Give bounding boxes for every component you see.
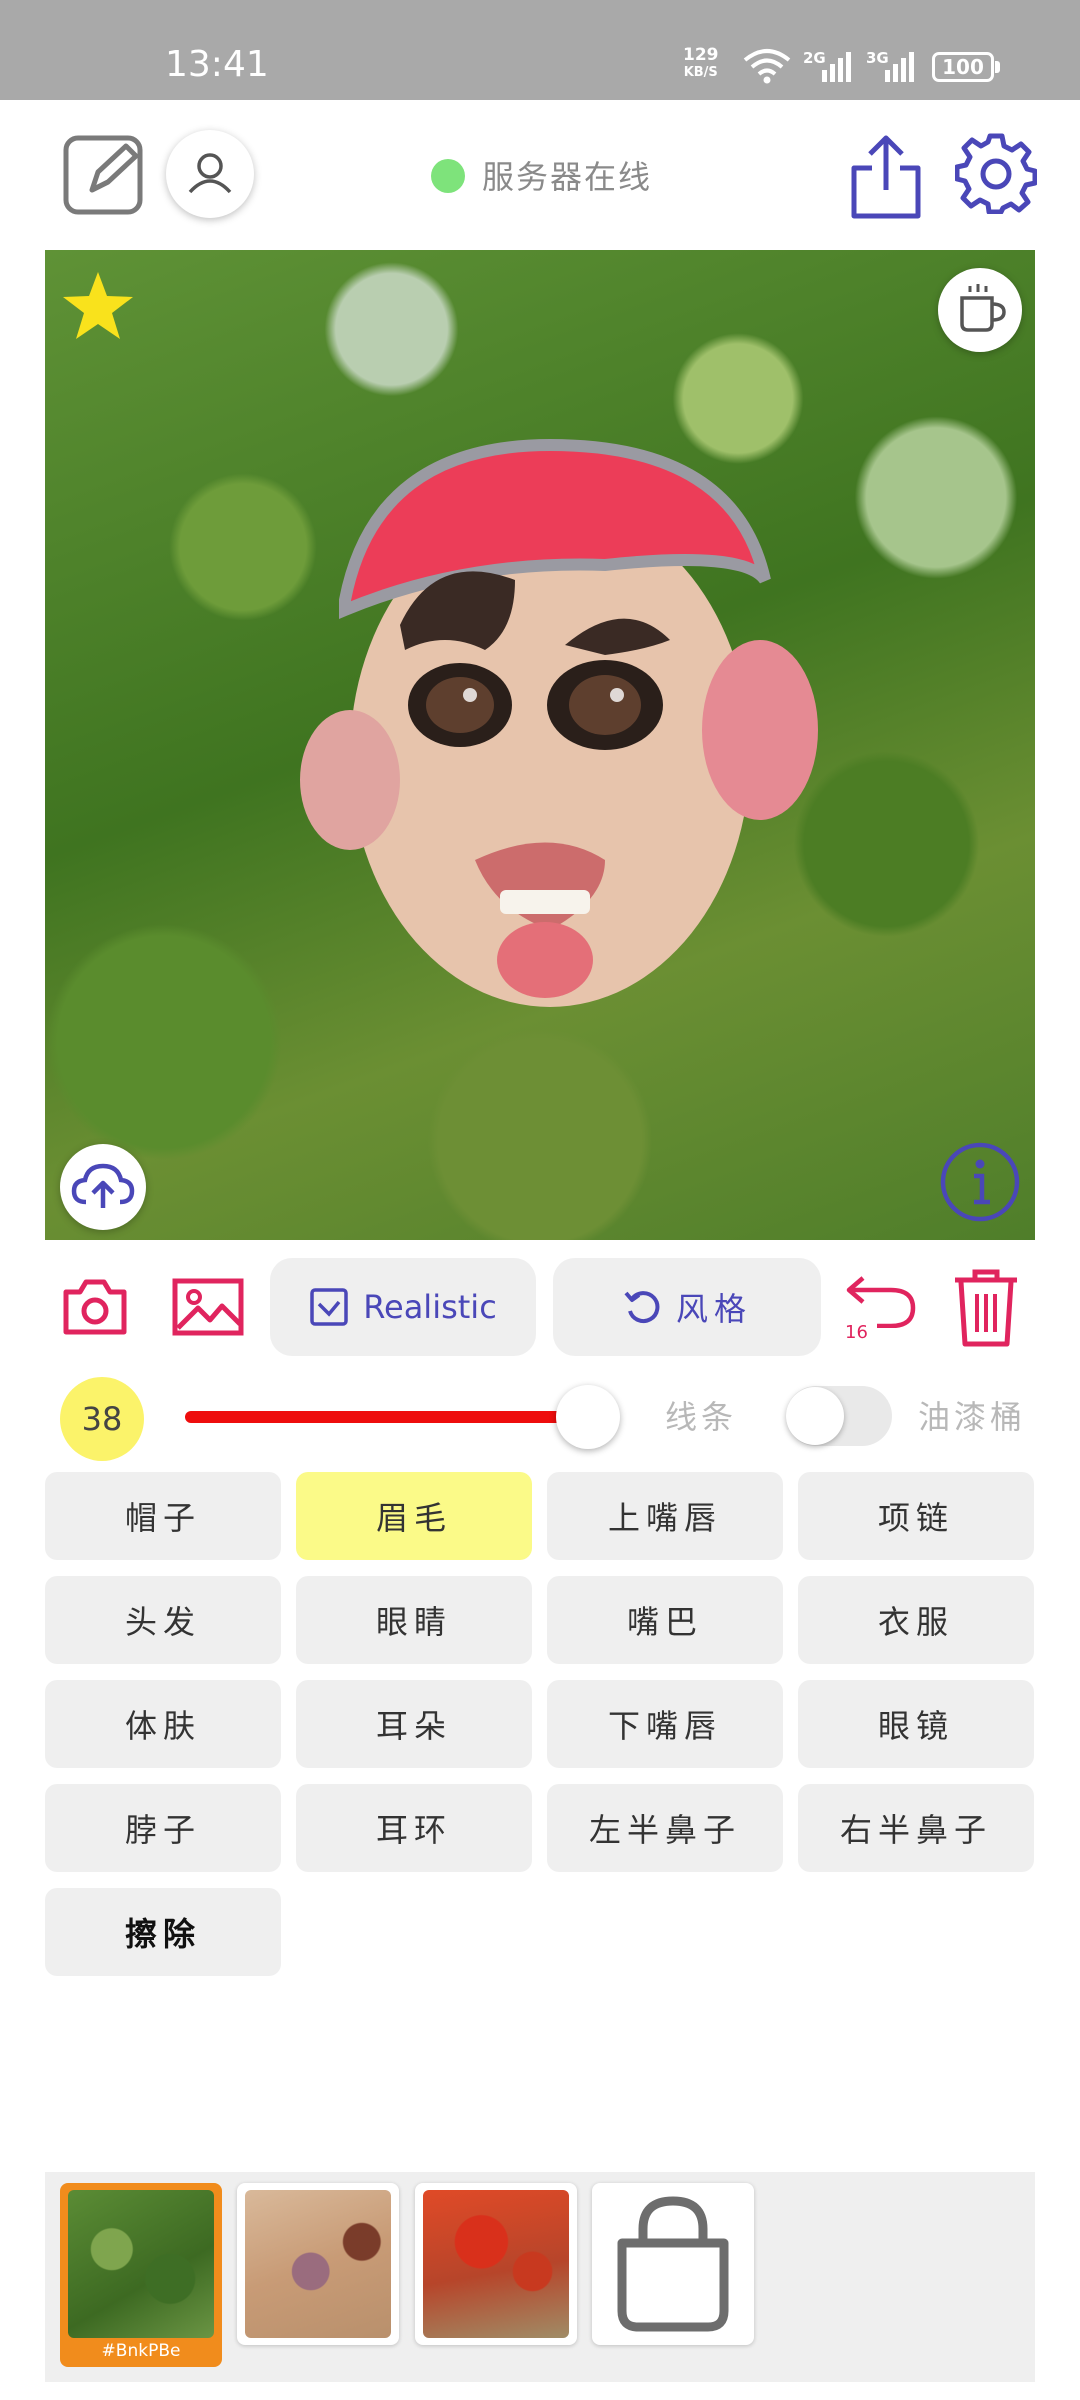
part-button[interactable]: 衣服 bbox=[798, 1576, 1034, 1664]
part-button[interactable]: 擦除 bbox=[45, 1888, 281, 1976]
brush-size-slider-track[interactable] bbox=[185, 1411, 585, 1423]
part-button[interactable]: 体肤 bbox=[45, 1680, 281, 1768]
battery-indicator: 100 bbox=[932, 52, 994, 82]
lock-bag-icon bbox=[617, 2196, 729, 2332]
part-button[interactable]: 下嘴唇 bbox=[547, 1680, 783, 1768]
trash-icon bbox=[955, 1269, 1017, 1347]
part-button[interactable]: 头发 bbox=[45, 1576, 281, 1664]
realistic-label: Realistic bbox=[363, 1288, 497, 1326]
part-button[interactable]: 耳环 bbox=[296, 1784, 532, 1872]
server-status-dot bbox=[431, 159, 465, 193]
star-icon bbox=[63, 272, 133, 339]
info-icon bbox=[940, 1142, 1020, 1222]
generated-face-image bbox=[300, 438, 818, 1007]
refresh-icon bbox=[624, 1291, 660, 1324]
part-button[interactable]: 嘴巴 bbox=[547, 1576, 783, 1664]
network-speed: 129 KB/S bbox=[683, 46, 719, 82]
part-button[interactable]: 左半鼻子 bbox=[547, 1784, 783, 1872]
camera-button[interactable] bbox=[62, 1278, 128, 1340]
gear-icon bbox=[954, 133, 1038, 215]
history-thumbnail-label: #BnkPBe bbox=[101, 2341, 181, 2361]
part-button[interactable]: 上嘴唇 bbox=[547, 1472, 783, 1560]
part-button[interactable]: 耳朵 bbox=[296, 1680, 532, 1768]
undo-count: 16 bbox=[845, 1322, 868, 1343]
camera-icon bbox=[63, 1279, 127, 1335]
part-button[interactable]: 脖子 bbox=[45, 1784, 281, 1872]
cloud-upload-icon bbox=[71, 1163, 135, 1208]
checkbox-icon bbox=[310, 1288, 348, 1326]
network-speed-value: 129 bbox=[683, 45, 719, 65]
history-thumbnail-image[interactable] bbox=[68, 2190, 214, 2338]
part-button[interactable]: 眼睛 bbox=[296, 1576, 532, 1664]
status-time: 13:41 bbox=[165, 44, 269, 85]
status-bar: 13:41 129 KB/S 2G 3G 100 bbox=[0, 0, 1080, 100]
part-button[interactable]: 眼镜 bbox=[798, 1680, 1034, 1768]
image-icon bbox=[172, 1278, 244, 1336]
settings-button[interactable] bbox=[954, 132, 1038, 218]
edit-button[interactable] bbox=[62, 132, 148, 222]
battery-tip bbox=[995, 61, 1000, 73]
brush-size-badge: 38 bbox=[60, 1377, 144, 1461]
paint-bucket-label: 油漆桶 bbox=[918, 1398, 1027, 1436]
gallery-button[interactable] bbox=[172, 1278, 244, 1340]
signal-strength-icon bbox=[869, 52, 915, 86]
part-button[interactable]: 右半鼻子 bbox=[798, 1784, 1034, 1872]
share-button[interactable] bbox=[848, 132, 924, 226]
server-status-text: 服务器在线 bbox=[482, 158, 653, 196]
history-thumbnail-image[interactable] bbox=[245, 2190, 391, 2338]
style-label: 风格 bbox=[675, 1290, 752, 1328]
favorite-star-button[interactable] bbox=[61, 270, 135, 346]
info-button[interactable] bbox=[938, 1140, 1022, 1228]
locked-thumbnail[interactable] bbox=[592, 2183, 754, 2345]
realistic-mode-button[interactable]: Realistic bbox=[270, 1258, 536, 1356]
part-button[interactable]: 眉毛 bbox=[296, 1472, 532, 1560]
network-speed-unit: KB/S bbox=[683, 65, 718, 80]
face-parts-grid: 帽子 眉毛 上嘴唇 项链头发 眼睛 嘴巴 衣服体肤 耳朵 下嘴唇 眼镜脖子 耳环 左半鼻子 右半鼻子擦除 bbox=[45, 1472, 1035, 1976]
part-button[interactable]: 项链 bbox=[798, 1472, 1034, 1560]
history-thumbnail-image[interactable] bbox=[423, 2190, 569, 2338]
edit-icon bbox=[63, 135, 143, 215]
wifi-icon bbox=[742, 48, 792, 88]
coffee-button[interactable] bbox=[938, 268, 1022, 352]
brush-size-slider-thumb[interactable] bbox=[556, 1385, 620, 1449]
coffee-cup-icon bbox=[960, 284, 1006, 332]
undo-icon bbox=[846, 1276, 916, 1329]
share-icon bbox=[851, 135, 921, 219]
paint-bucket-toggle-knob[interactable] bbox=[786, 1387, 844, 1445]
style-button[interactable]: 风格 bbox=[553, 1258, 821, 1356]
delete-button[interactable] bbox=[951, 1268, 1021, 1352]
user-icon bbox=[188, 153, 232, 194]
profile-button[interactable] bbox=[166, 130, 254, 218]
upload-button[interactable] bbox=[60, 1144, 146, 1230]
signal-strength-icon bbox=[806, 52, 852, 86]
drawing-canvas[interactable] bbox=[45, 250, 1035, 1240]
part-button[interactable]: 帽子 bbox=[45, 1472, 281, 1560]
line-mode-label: 线条 bbox=[665, 1398, 738, 1436]
